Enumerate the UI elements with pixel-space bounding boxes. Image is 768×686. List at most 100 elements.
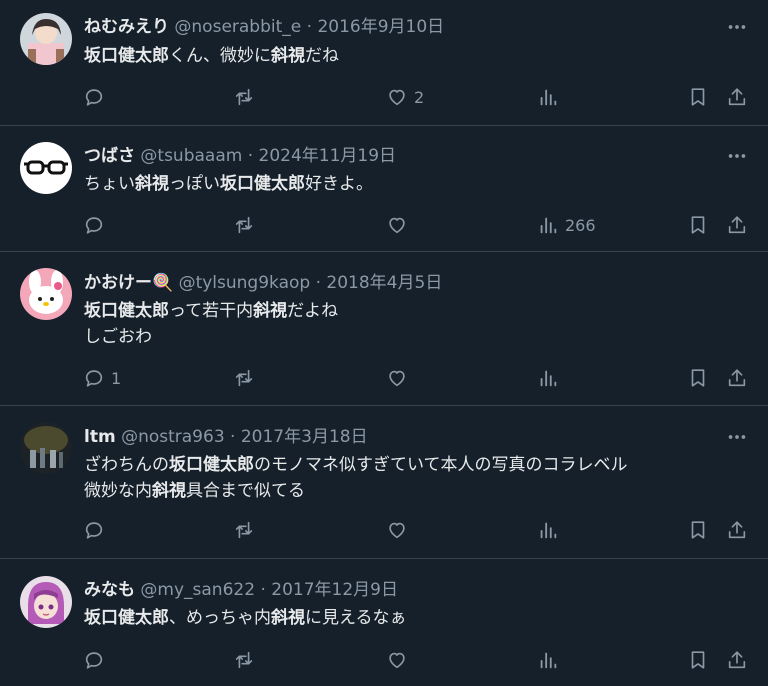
reply-button[interactable]	[83, 518, 111, 542]
text-segment: っぽい	[169, 174, 220, 194]
bookmark-button[interactable]	[687, 213, 709, 237]
user-name[interactable]: ねむみえり	[84, 17, 169, 37]
views-button[interactable]	[537, 85, 565, 109]
views-icon	[540, 89, 557, 106]
retweet-button[interactable]	[233, 366, 255, 390]
tweet-text: ちょい斜視っぽい坂口健太郎好きよ。	[84, 171, 373, 197]
views-button[interactable]: 266	[537, 213, 596, 237]
like-button[interactable]	[386, 648, 414, 672]
views-icon	[540, 522, 557, 539]
timestamp[interactable]: 2016年9月10日	[317, 17, 444, 37]
heart-icon	[389, 89, 405, 106]
highlighted-term: 坂口健太郎	[220, 174, 305, 194]
like-button[interactable]	[386, 213, 414, 237]
action-bar	[0, 518, 768, 542]
reply-icon	[85, 652, 103, 669]
text-segment: ちょい	[84, 174, 135, 194]
share-icon	[728, 521, 746, 539]
more-icon[interactable]	[726, 426, 748, 448]
reply-button[interactable]: 1	[83, 366, 121, 390]
heart-icon	[389, 522, 405, 539]
user-handle[interactable]: @tylsung9kaop	[179, 273, 311, 293]
timestamp[interactable]: 2017年12月9日	[271, 580, 398, 600]
bookmark-button[interactable]	[687, 518, 709, 542]
bookmark-icon	[691, 521, 705, 539]
timestamp[interactable]: 2024年11月19日	[259, 146, 397, 166]
retweet-button[interactable]	[233, 518, 255, 542]
like-button[interactable]	[386, 518, 414, 542]
avatar[interactable]	[20, 13, 72, 65]
avatar[interactable]	[20, 576, 72, 628]
share-button[interactable]	[726, 518, 748, 542]
views-icon	[540, 370, 557, 387]
user-handle[interactable]: @my_san622	[140, 580, 255, 600]
tweet-text-line: 坂口健太郎、めっちゃ内斜視に見えるなぁ	[84, 605, 407, 631]
user-name[interactable]: つばさ	[84, 146, 135, 166]
more-icon[interactable]	[726, 16, 748, 38]
highlighted-term: 坂口健太郎	[84, 46, 169, 66]
user-handle[interactable]: @nostra963	[121, 427, 225, 447]
action-bar: 1	[0, 366, 768, 390]
tweet-text-line: しごおわ	[84, 324, 338, 350]
heart-icon	[389, 652, 405, 669]
retweet-button[interactable]	[233, 85, 255, 109]
tweet-text-line: 微妙な内斜視具合まで似てる	[84, 478, 628, 504]
share-icon	[728, 651, 746, 669]
tweet[interactable]: かおけー🍭 @tylsung9kaop · 2018年4月5日 坂口健太郎って若…	[0, 252, 768, 406]
reply-icon	[85, 522, 103, 539]
retweet-icon	[235, 651, 253, 669]
share-button[interactable]	[726, 648, 748, 672]
bookmark-button[interactable]	[687, 85, 709, 109]
avatar[interactable]	[20, 268, 72, 320]
tweet-header: みなも @my_san622 · 2017年12月9日	[84, 579, 398, 601]
highlighted-term: 坂口健太郎	[84, 608, 169, 628]
avatar[interactable]	[20, 422, 72, 474]
share-icon	[728, 369, 746, 387]
share-button[interactable]	[726, 213, 748, 237]
text-segment: ざわちんの	[84, 455, 169, 475]
share-button[interactable]	[726, 85, 748, 109]
highlighted-term: 坂口健太郎	[84, 301, 169, 321]
text-segment: 具合まで似てる	[186, 481, 305, 501]
more-icon[interactable]	[726, 145, 748, 167]
reply-button[interactable]	[83, 648, 111, 672]
bookmark-button[interactable]	[687, 366, 709, 390]
tweet[interactable]: みなも @my_san622 · 2017年12月9日 坂口健太郎、めっちゃ内斜…	[0, 559, 768, 686]
retweet-icon	[235, 88, 253, 106]
share-button[interactable]	[726, 366, 748, 390]
tweet[interactable]: ltm @nostra963 · 2017年3月18日 ざわちんの坂口健太郎のモ…	[0, 406, 768, 559]
views-button[interactable]	[537, 648, 565, 672]
avatar[interactable]	[20, 142, 72, 194]
user-name[interactable]: みなも	[84, 580, 135, 600]
user-name[interactable]: かおけー🍭	[84, 273, 173, 293]
views-button[interactable]	[537, 366, 565, 390]
bookmark-icon	[691, 369, 705, 387]
highlighted-term: 斜視	[271, 46, 305, 66]
like-button[interactable]	[386, 366, 414, 390]
views-icon	[540, 217, 557, 234]
tweet-text-line: ざわちんの坂口健太郎のモノマネ似すぎていて本人の写真のコラレベル	[84, 452, 628, 478]
timestamp[interactable]: 2017年3月18日	[241, 427, 368, 447]
share-icon	[728, 216, 746, 234]
user-name[interactable]: ltm	[84, 427, 116, 447]
separator: ·	[306, 17, 313, 37]
text-segment: 微妙な内	[84, 481, 152, 501]
views-button[interactable]	[537, 518, 565, 542]
like-button[interactable]: 2	[386, 85, 424, 109]
action-bar: 266	[0, 213, 768, 237]
user-handle[interactable]: @tsubaaam	[140, 146, 242, 166]
reply-button[interactable]	[83, 213, 111, 237]
retweet-button[interactable]	[233, 648, 255, 672]
timestamp[interactable]: 2018年4月5日	[326, 273, 442, 293]
user-handle[interactable]: @noserabbit_e	[174, 17, 301, 37]
text-segment: のモノマネ似すぎていて本人の写真のコラレベル	[254, 455, 628, 475]
retweet-button[interactable]	[233, 213, 255, 237]
highlighted-term: 斜視	[271, 608, 305, 628]
tweet[interactable]: ねむみえり @noserabbit_e · 2016年9月10日 坂口健太郎くん…	[0, 0, 768, 126]
tweet-text: 坂口健太郎、めっちゃ内斜視に見えるなぁ	[84, 605, 407, 631]
reply-button[interactable]	[83, 85, 111, 109]
bookmark-button[interactable]	[687, 648, 709, 672]
tweet-text-line: 坂口健太郎って若干内斜視だよね	[84, 298, 338, 324]
tweet[interactable]: つばさ @tsubaaam · 2024年11月19日 ちょい斜視っぽい坂口健太…	[0, 126, 768, 252]
separator: ·	[230, 427, 236, 447]
